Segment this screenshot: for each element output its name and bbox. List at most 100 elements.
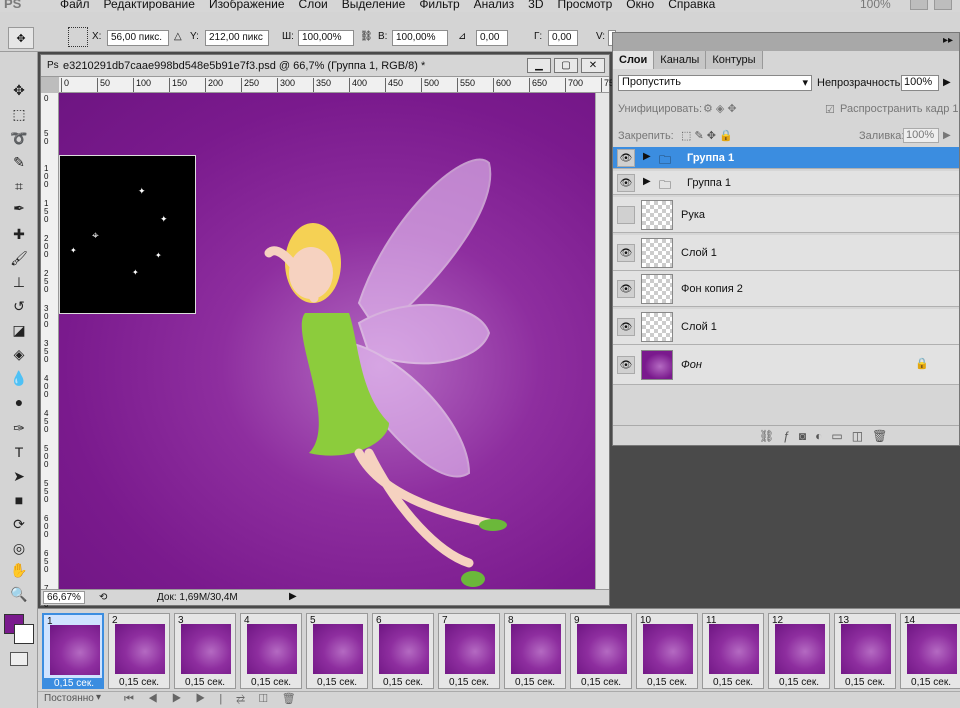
animation-frame[interactable]: 8 0,15 сек. (504, 613, 566, 689)
menu-item[interactable]: Просмотр (557, 0, 612, 11)
eye-icon[interactable]: 👁 (617, 244, 635, 262)
layer-actions-icons[interactable]: ⛓ƒ◙◐▭◫🗑 (759, 429, 896, 443)
doc-close-button[interactable]: ✕ (581, 58, 605, 73)
eraser-tool-icon[interactable]: ◪ (9, 320, 29, 340)
menu-item[interactable]: Анализ (474, 0, 515, 11)
frame-delay[interactable]: 0,15 сек. (571, 677, 631, 688)
frame-delay[interactable]: 0,15 сек. (505, 677, 565, 688)
animation-frame[interactable]: 12 0,15 сек. (768, 613, 830, 689)
layer-row[interactable]: Рука (613, 197, 959, 233)
playback-controls-icons[interactable]: ⏮◀▶▶|⇄◫🗑 (124, 692, 310, 706)
animation-frame[interactable]: 6 0,15 сек. (372, 613, 434, 689)
fill-input[interactable]: 100% (903, 128, 939, 143)
layer-row[interactable]: 👁 Слой 1 (613, 309, 959, 345)
zoom-field[interactable]: 66,67% (43, 591, 85, 604)
3d-orbit-icon[interactable]: ◎ (9, 538, 29, 558)
animation-frame[interactable]: 10 0,15 сек. (636, 613, 698, 689)
reference-point-icon[interactable] (68, 27, 88, 47)
shape-tool-icon[interactable]: ■ (9, 490, 29, 510)
lasso-tool-icon[interactable]: ➰ (9, 128, 29, 148)
frame-delay[interactable]: 0,15 сек. (373, 677, 433, 688)
canvas[interactable]: ✦ ✦ ⌖ ✦ ✦ ✦ (59, 93, 595, 589)
animation-frame[interactable]: 4 0,15 сек. (240, 613, 302, 689)
zoom-tool-icon[interactable]: 🔍 (9, 584, 29, 604)
width-input[interactable]: 100,00% (298, 30, 354, 46)
menu-item[interactable]: Редактирование (104, 0, 195, 11)
y-input[interactable]: 212,00 пикс (205, 30, 269, 46)
frame-delay[interactable]: 0,15 сек. (769, 677, 829, 688)
frame-delay[interactable]: 0,15 сек. (241, 677, 301, 688)
type-tool-icon[interactable]: T (9, 442, 29, 462)
layer-row[interactable]: 👁 Фон 🔒 (613, 345, 959, 385)
blur-tool-icon[interactable]: 💧 (9, 368, 29, 388)
eye-icon[interactable] (617, 206, 635, 224)
panel-collapse-icon[interactable]: ▸▸ (943, 35, 953, 46)
hand-tool-icon[interactable]: ✋ (9, 560, 29, 580)
layer-row[interactable]: 👁 ▶ 🗀 Группа 1 (613, 171, 959, 195)
frame-delay[interactable]: 0,15 сек. (109, 677, 169, 688)
menu-item[interactable]: Выделение (342, 0, 406, 11)
animation-frame[interactable]: 2 0,15 сек. (108, 613, 170, 689)
fill-arrow-icon[interactable]: ▶ (943, 130, 951, 141)
vertical-scrollbar[interactable] (595, 93, 609, 589)
menu-item[interactable]: Окно (626, 0, 654, 11)
minimize-button[interactable] (910, 0, 928, 10)
status-icon[interactable]: ⟲ (99, 592, 107, 603)
frame-delay[interactable]: 0,15 сек. (835, 677, 895, 688)
frame-delay[interactable]: 0,15 сек. (901, 677, 960, 688)
layer-row[interactable]: 👁 Слой 1 (613, 235, 959, 271)
tab-layers[interactable]: Слои (613, 51, 655, 69)
menu-item[interactable]: Файл (60, 0, 90, 11)
pen-tool-icon[interactable]: ✑ (9, 418, 29, 438)
animation-frame[interactable]: 3 0,15 сек. (174, 613, 236, 689)
animation-frame[interactable]: 11 0,15 сек. (702, 613, 764, 689)
lock-icons[interactable]: ⬚ ✎ ✥ 🔒 (681, 129, 733, 142)
maximize-button[interactable] (934, 0, 952, 10)
path-select-icon[interactable]: ➤ (9, 466, 29, 486)
eye-icon[interactable]: 👁 (617, 318, 635, 336)
background-color-swatch[interactable] (14, 624, 34, 644)
menu-item[interactable]: Справка (668, 0, 715, 11)
eye-icon[interactable]: 👁 (617, 149, 635, 167)
menu-item[interactable]: 3D (528, 0, 543, 11)
frame-delay[interactable]: 0,15 сек. (637, 677, 697, 688)
doc-minimize-button[interactable]: ▁ (527, 58, 551, 73)
crop-tool-icon[interactable]: ⌗ (9, 176, 29, 196)
status-arrow-icon[interactable]: ▶ (289, 591, 297, 602)
quick-select-icon[interactable]: ✎ (9, 152, 29, 172)
tab-paths[interactable]: Контуры (706, 51, 763, 69)
opacity-input[interactable]: 100% (901, 75, 939, 91)
eyedropper-icon[interactable]: ✒ (9, 198, 29, 218)
menu-item[interactable]: Слои (299, 0, 328, 11)
group-expand-icon[interactable]: ▶ (643, 151, 651, 162)
eye-icon[interactable]: 👁 (617, 280, 635, 298)
angle-input[interactable]: 0,00 (476, 30, 508, 46)
animation-frame[interactable]: 9 0,15 сек. (570, 613, 632, 689)
animation-frame[interactable]: 7 0,15 сек. (438, 613, 500, 689)
move-tool-icon[interactable]: ✥ (8, 27, 34, 49)
eye-icon[interactable]: 👁 (617, 356, 635, 374)
healing-brush-icon[interactable]: ✚ (9, 224, 29, 244)
3d-rotate-icon[interactable]: ⟳ (9, 514, 29, 534)
animation-frame[interactable]: 5 0,15 сек. (306, 613, 368, 689)
group-expand-icon[interactable]: ▶ (643, 176, 651, 187)
animation-frame[interactable]: 14 0,15 сек. (900, 613, 960, 689)
brush-tool-icon[interactable]: 🖌 (9, 248, 29, 268)
link-icon[interactable]: ⛓ (360, 31, 373, 42)
frame-delay[interactable]: 0,15 сек. (439, 677, 499, 688)
tab-channels[interactable]: Каналы (654, 51, 707, 69)
clone-stamp-icon[interactable]: ⊥ (9, 272, 29, 292)
frame-delay[interactable]: 0,15 сек. (703, 677, 763, 688)
marquee-tool-icon[interactable]: ⬚ (9, 104, 29, 124)
document-tab[interactable]: Ps e3210291db7caae998bd548e5b91e7f3.psd … (41, 55, 609, 77)
quick-mask-icon[interactable] (10, 652, 28, 666)
dodge-tool-icon[interactable]: ● (9, 392, 29, 412)
g-input[interactable]: 0,00 (548, 30, 578, 46)
paint-bucket-icon[interactable]: ◈ (9, 344, 29, 364)
move-tool-icon[interactable]: ✥ (9, 80, 29, 100)
menu-item[interactable]: Фильтр (419, 0, 459, 11)
unify-icons[interactable]: ⚙ ◈ ✥ (703, 102, 737, 115)
layer-row[interactable]: 👁 Фон копия 2 (613, 271, 959, 307)
animation-frame[interactable]: 1 0,15 сек. (42, 613, 104, 689)
doc-restore-button[interactable]: ▢ (554, 58, 578, 73)
